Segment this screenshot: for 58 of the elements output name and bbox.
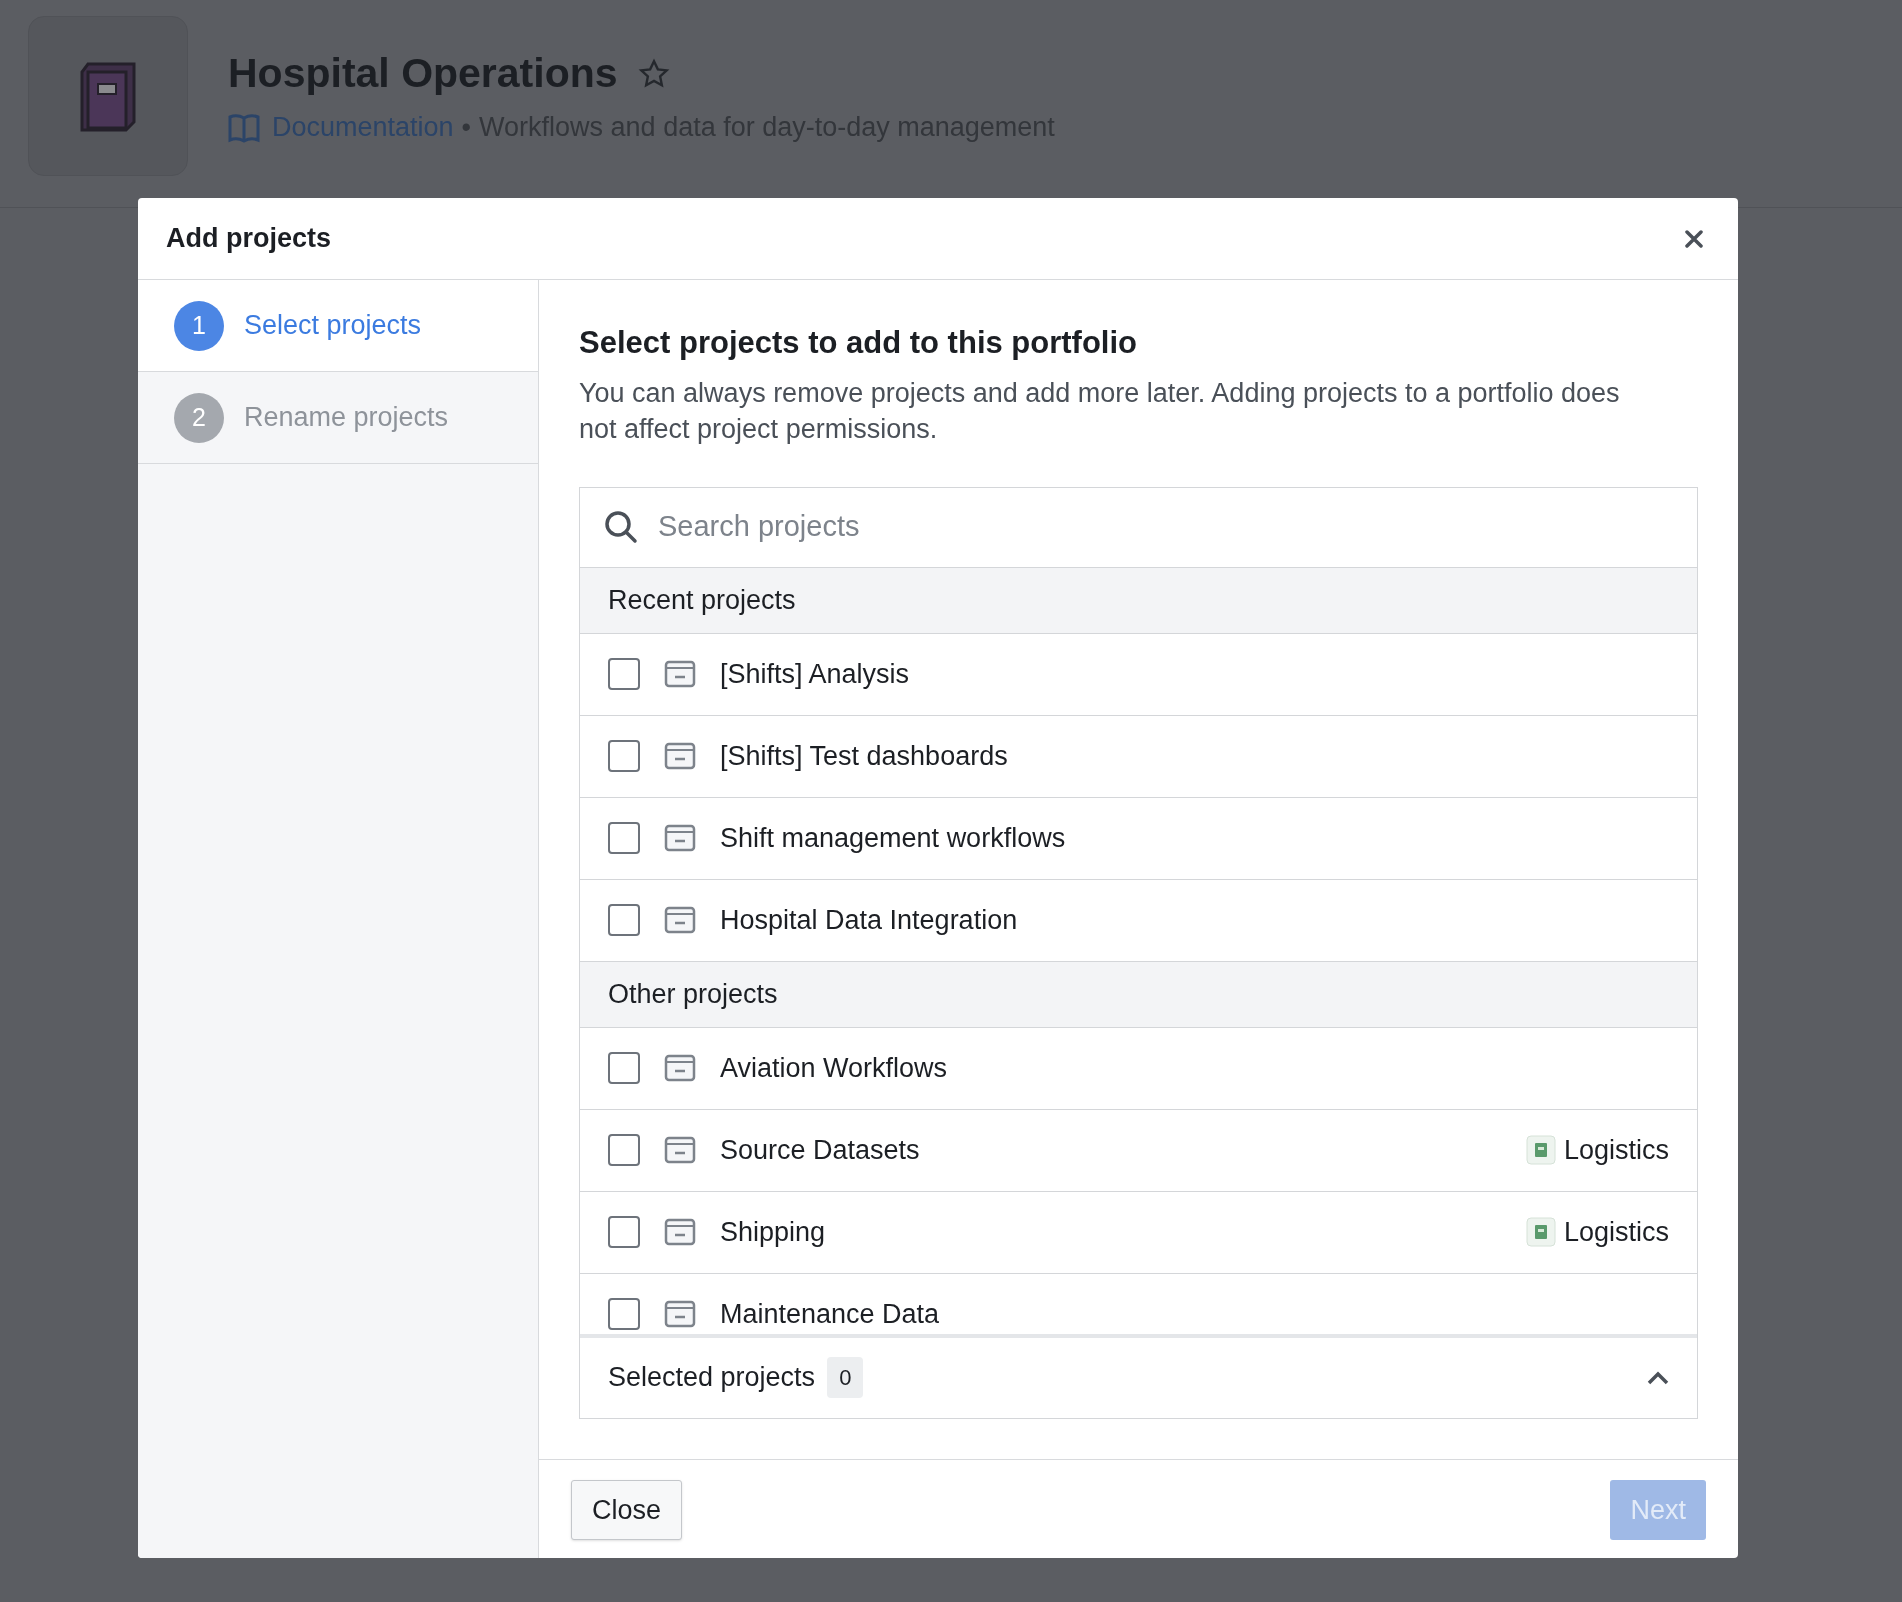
checkbox[interactable]: [608, 658, 640, 690]
checkbox[interactable]: [608, 1216, 640, 1248]
tag-label: Logistics: [1563, 1133, 1669, 1167]
count-badge: 0: [827, 1357, 864, 1398]
checkbox[interactable]: [608, 1298, 640, 1330]
project-folder-icon: [664, 742, 696, 770]
step-label: Rename projects: [244, 401, 449, 435]
chevron-icon: [1647, 1370, 1669, 1385]
project-name: Shipping: [720, 1215, 827, 1249]
checkbox[interactable]: [608, 822, 640, 854]
open-book-icon: [228, 112, 260, 143]
project-row[interactable]: Source Datasets Logistics: [580, 1109, 1697, 1192]
checkbox[interactable]: [608, 740, 640, 772]
list-section-header: Other projects: [580, 961, 1697, 1028]
project-name: [Shifts] Test dashboards: [720, 739, 1009, 773]
checkbox[interactable]: [608, 1134, 640, 1166]
checkbox[interactable]: [608, 904, 640, 936]
project-name: Shift management workflows: [720, 821, 1067, 855]
dialog-title: Add projects: [166, 222, 332, 256]
project-folder-icon: [664, 1300, 696, 1328]
project-folder-icon: [664, 1136, 696, 1164]
project-folder-icon: [664, 660, 696, 688]
bullet-separator: •: [461, 111, 472, 145]
project-folder-icon: [664, 1054, 696, 1082]
close-dialog-button[interactable]: Close: [571, 1480, 683, 1540]
project-row[interactable]: Shipping Logistics: [580, 1191, 1697, 1274]
project-name: Aviation Workflows: [720, 1051, 949, 1085]
search-field[interactable]: Search projects: [658, 505, 1673, 549]
book-icon: [1525, 1217, 1556, 1247]
star-icon[interactable]: [637, 57, 670, 90]
project-row[interactable]: Maintenance Data: [580, 1273, 1697, 1334]
project-row[interactable]: Shift management workflows: [580, 797, 1697, 880]
project-name: [Shifts] Analysis: [720, 657, 911, 691]
project-name: Maintenance Data: [720, 1297, 941, 1331]
step-label: Select projects: [244, 309, 422, 343]
project-folder-icon: [664, 824, 696, 852]
section-heading: Select projects to add to this portfolio: [579, 324, 1139, 362]
project-folder-icon: [664, 906, 696, 934]
project-row[interactable]: [Shifts] Analysis: [580, 633, 1697, 716]
project-row[interactable]: [Shifts] Test dashboards: [580, 715, 1697, 798]
book-icon: [1525, 1135, 1556, 1165]
project-name: Hospital Data Integration: [720, 903, 1019, 937]
intro-text: You can always remove projects and add more later. Adding projects to a portfolio does not affect project permissions.: [579, 376, 1621, 446]
checkbox[interactable]: [608, 1052, 640, 1084]
search-icon: [604, 510, 638, 544]
tag-label: Logistics: [1563, 1215, 1669, 1249]
project-name: Source Datasets: [720, 1133, 921, 1167]
step-number: 2: [174, 392, 224, 443]
step-number: 1: [174, 300, 224, 351]
selected-projects-label: Selected projects: [608, 1361, 816, 1395]
list-section-header: Recent projects: [580, 567, 1697, 634]
page-title: Hospital Operations: [228, 49, 618, 98]
project-row[interactable]: Hospital Data Integration: [580, 879, 1697, 962]
selected-projects-toggle[interactable]: Selected projects 0: [580, 1337, 1697, 1418]
step-item[interactable]: 1 Select projects: [138, 280, 538, 372]
project-folder-icon: [664, 1218, 696, 1246]
project-row[interactable]: Aviation Workflows: [580, 1027, 1697, 1110]
close-icon: [1685, 229, 1703, 248]
